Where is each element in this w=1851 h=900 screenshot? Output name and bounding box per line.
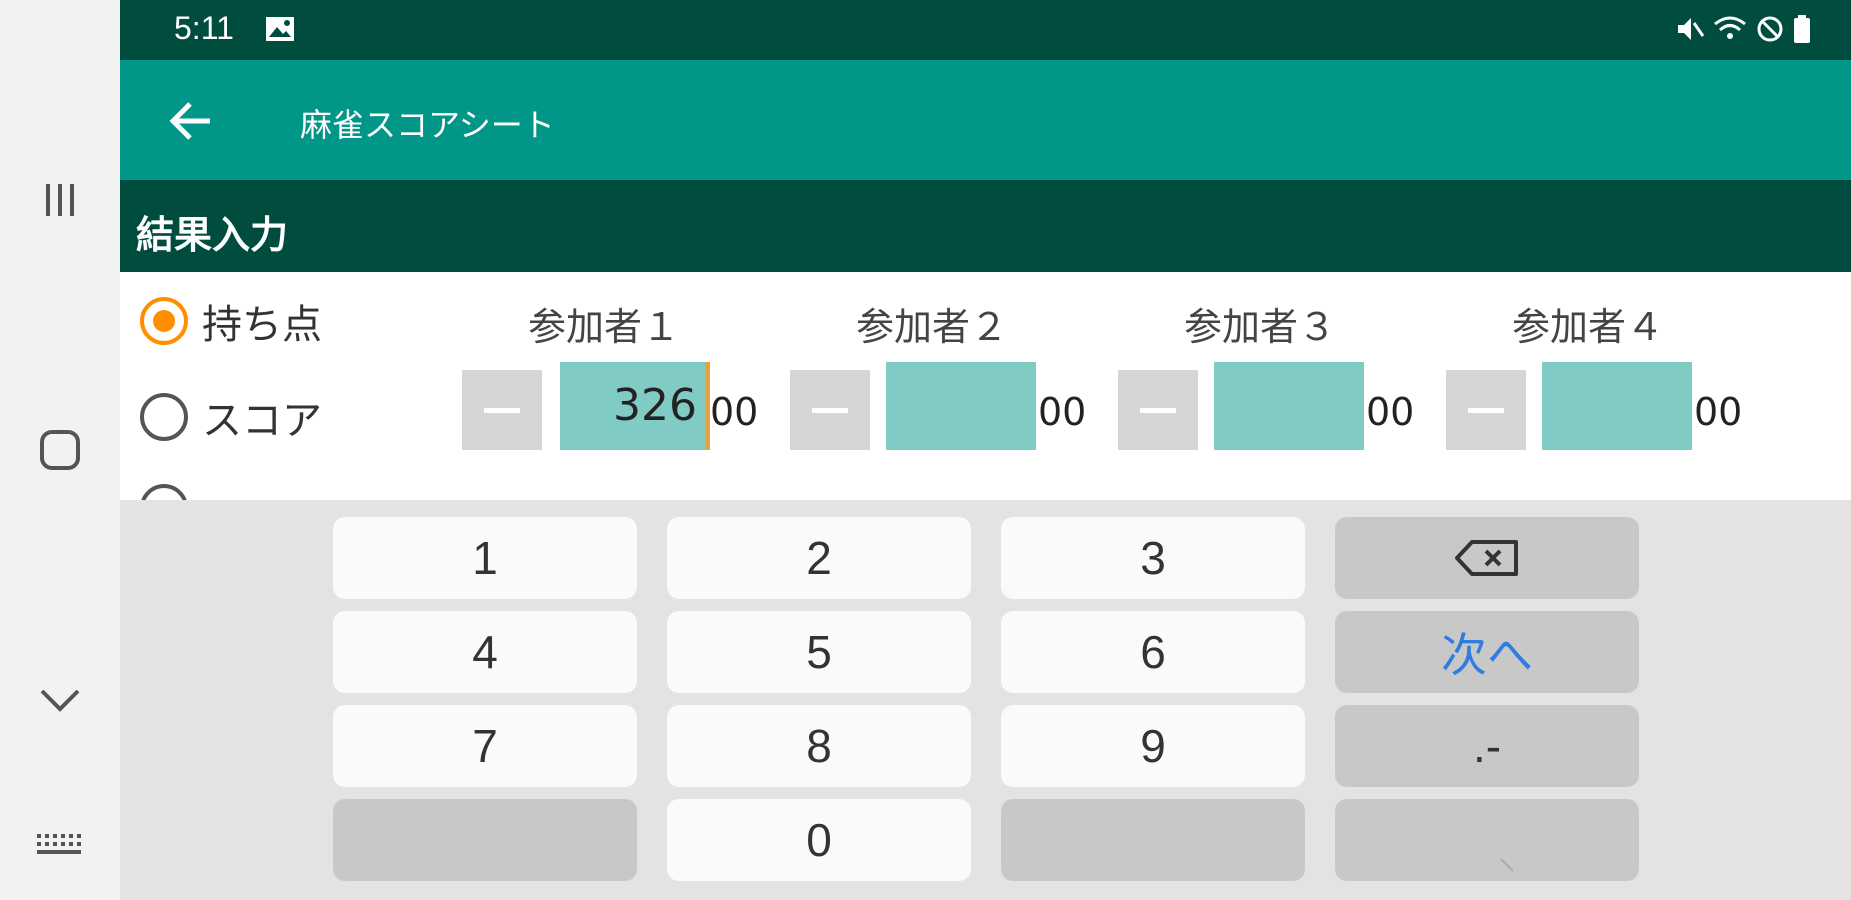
score-suffix: 00 — [710, 390, 759, 434]
key-8[interactable]: 8 — [667, 705, 971, 787]
mode-radio-partial[interactable] — [140, 484, 188, 500]
radio-unchecked-icon — [140, 393, 188, 441]
dot-minus-key[interactable]: .- — [1335, 705, 1639, 787]
player3-score-input[interactable] — [1214, 362, 1364, 450]
key-1[interactable]: 1 — [333, 517, 637, 599]
section-header: 結果入力 — [120, 180, 1851, 272]
mode-radio-score[interactable]: スコア — [140, 388, 322, 446]
numeric-keyboard: 1 2 3 4 5 6 次へ 7 8 9 .- 0 — [120, 500, 1851, 900]
mute-icon — [1675, 14, 1705, 48]
mode-radio-holding-points[interactable]: 持ち点 — [140, 292, 322, 350]
do-not-disturb-icon — [1755, 14, 1785, 48]
wifi-icon — [1713, 14, 1747, 48]
system-nav-bar — [0, 0, 120, 900]
player4-minus-button[interactable] — [1446, 370, 1526, 450]
backspace-key[interactable] — [1335, 517, 1639, 599]
status-icons — [1675, 14, 1811, 48]
player-label: 参加者４ — [1511, 305, 1664, 349]
score-suffix: 00 — [1694, 390, 1743, 434]
key-7[interactable]: 7 — [333, 705, 637, 787]
result-input-panel: 持ち点 スコア 参加者１ 326 00 参加者２ 00 参加者３ 00 参加者４… — [120, 272, 1851, 500]
key-0[interactable]: 0 — [667, 799, 971, 881]
battery-icon — [1793, 14, 1811, 48]
backspace-icon — [1455, 540, 1518, 576]
minus-icon — [812, 407, 848, 413]
key-4[interactable]: 4 — [333, 611, 637, 693]
keyboard-options-key[interactable] — [1335, 799, 1639, 881]
score-suffix: 00 — [1366, 390, 1415, 434]
blank-key-left — [333, 799, 637, 881]
minus-icon — [484, 407, 520, 413]
key-2[interactable]: 2 — [667, 517, 971, 599]
player3-minus-button[interactable] — [1118, 370, 1198, 450]
player1-score-input[interactable]: 326 — [560, 362, 710, 450]
status-time: 5:11 — [174, 10, 234, 46]
key-3[interactable]: 3 — [1001, 517, 1305, 599]
section-title: 結果入力 — [136, 213, 289, 257]
key-5[interactable]: 5 — [667, 611, 971, 693]
player-label: 参加者２ — [855, 305, 1008, 349]
player4-score-input[interactable] — [1542, 362, 1692, 450]
mode-label: スコア — [202, 398, 322, 444]
recents-icon[interactable] — [0, 170, 120, 230]
blank-key-right — [1001, 799, 1305, 881]
player1-minus-button[interactable] — [462, 370, 542, 450]
mode-label: 持ち点 — [202, 302, 322, 348]
nav-back-chevron-icon[interactable] — [0, 670, 120, 730]
back-arrow-icon[interactable] — [168, 98, 214, 144]
app-title: 麻雀スコアシート — [300, 106, 555, 144]
key-9[interactable]: 9 — [1001, 705, 1305, 787]
key-6[interactable]: 6 — [1001, 611, 1305, 693]
app-bar: 麻雀スコアシート — [120, 60, 1851, 180]
next-key[interactable]: 次へ — [1335, 611, 1639, 693]
score-suffix: 00 — [1038, 390, 1087, 434]
image-notification-icon — [265, 16, 295, 42]
minus-icon — [1140, 407, 1176, 413]
minus-icon — [1468, 407, 1504, 413]
player2-minus-button[interactable] — [790, 370, 870, 450]
app-screen: 5:11 麻雀スコアシート 結果入力 持ち点 スコア 参加者１ 326 00 参… — [120, 0, 1851, 900]
player-label: 参加者１ — [527, 305, 680, 349]
keyboard-icon[interactable] — [0, 820, 120, 870]
player2-score-input[interactable] — [886, 362, 1036, 450]
resize-corner-icon — [1500, 858, 1514, 872]
home-icon[interactable] — [0, 420, 120, 480]
radio-checked-icon — [140, 297, 188, 345]
player-label: 参加者３ — [1183, 305, 1336, 349]
status-bar: 5:11 — [120, 0, 1851, 60]
radio-unchecked-icon — [140, 484, 188, 500]
